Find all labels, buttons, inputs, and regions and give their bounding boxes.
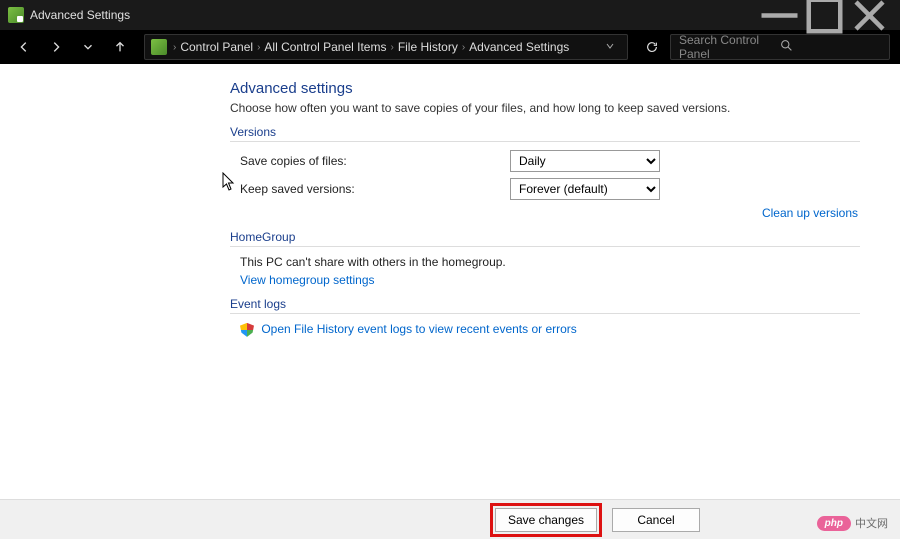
keep-versions-select[interactable]: Forever (default) (510, 178, 660, 200)
chevron-right-icon: › (390, 42, 393, 53)
save-button[interactable]: Save changes (495, 508, 597, 532)
row-keep-versions: Keep saved versions: Forever (default) (230, 178, 860, 200)
window-title: Advanced Settings (30, 8, 757, 22)
maximize-button[interactable] (802, 0, 847, 30)
footer: Save changes Cancel (0, 499, 900, 539)
chevron-right-icon: › (173, 42, 176, 53)
address-bar[interactable]: › Control Panel › All Control Panel Item… (144, 34, 628, 60)
search-placeholder: Search Control Panel (679, 33, 780, 61)
content-pane: Advanced settings Choose how often you w… (0, 64, 900, 499)
watermark-text: 中文网 (855, 515, 888, 531)
breadcrumb-item-file-history[interactable]: File History (398, 40, 458, 54)
chevron-right-icon: › (462, 42, 465, 53)
save-copies-select[interactable]: Daily (510, 150, 660, 172)
recent-dropdown[interactable] (74, 33, 102, 61)
homegroup-text: This PC can't share with others in the h… (230, 255, 860, 269)
watermark-badge: php (817, 516, 851, 531)
event-logs-link[interactable]: Open File History event logs to view rec… (261, 322, 576, 336)
row-save-copies: Save copies of files: Daily (230, 150, 860, 172)
control-panel-icon (151, 39, 167, 55)
section-homegroup-header: HomeGroup (230, 230, 860, 247)
breadcrumb: › Control Panel › All Control Panel Item… (173, 40, 599, 54)
chevron-right-icon: › (257, 42, 260, 53)
back-button[interactable] (10, 33, 38, 61)
cancel-button[interactable]: Cancel (612, 508, 700, 532)
window-controls (757, 0, 892, 30)
search-icon (780, 39, 881, 55)
breadcrumb-item-control-panel[interactable]: Control Panel (180, 40, 253, 54)
breadcrumb-item-advanced[interactable]: Advanced Settings (469, 40, 569, 54)
watermark: php 中文网 (817, 515, 888, 531)
breadcrumb-item-all-items[interactable]: All Control Panel Items (264, 40, 386, 54)
navbar: › Control Panel › All Control Panel Item… (0, 30, 900, 64)
keep-versions-label: Keep saved versions: (240, 182, 510, 196)
address-dropdown[interactable] (599, 41, 621, 54)
cleanup-versions-link[interactable]: Clean up versions (762, 206, 858, 220)
page-description: Choose how often you want to save copies… (230, 101, 860, 115)
page-title: Advanced settings (230, 80, 860, 97)
section-eventlogs-header: Event logs (230, 297, 860, 314)
shield-icon (240, 323, 254, 337)
section-versions-header: Versions (230, 125, 860, 142)
up-button[interactable] (106, 33, 134, 61)
refresh-button[interactable] (638, 33, 666, 61)
save-button-highlight: Save changes (490, 503, 602, 537)
app-icon (8, 7, 24, 23)
homegroup-settings-link[interactable]: View homegroup settings (240, 273, 375, 287)
minimize-button[interactable] (757, 0, 802, 30)
close-button[interactable] (847, 0, 892, 30)
forward-button[interactable] (42, 33, 70, 61)
save-copies-label: Save copies of files: (240, 154, 510, 168)
titlebar: Advanced Settings (0, 0, 900, 30)
search-input[interactable]: Search Control Panel (670, 34, 890, 60)
